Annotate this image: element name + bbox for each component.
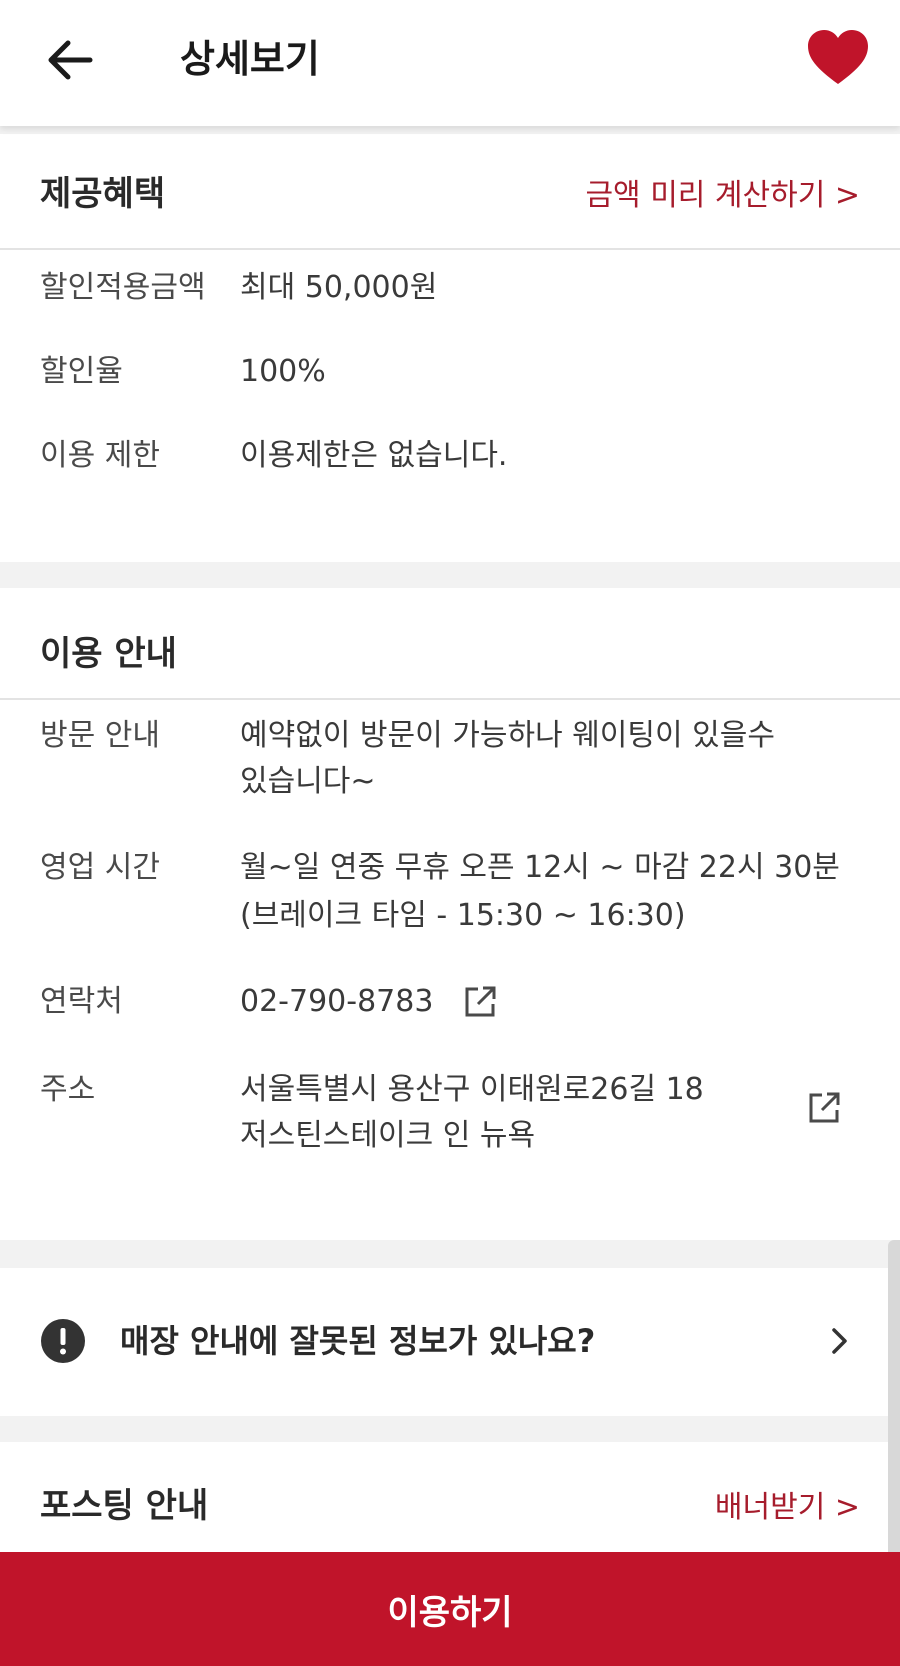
business-hours-line-2: (브레이크 타임 - 15:30 ~ 16:30) [240,898,686,933]
arrow-left-icon [48,40,93,80]
divider [0,698,900,700]
favorite-button[interactable] [806,28,870,88]
back-button[interactable] [42,32,98,88]
usage-info-section: 이용 안내 방문 안내 예약없이 방문이 가능하나 웨이팅이 있을수 있습니다~… [0,588,900,1240]
calculate-price-link[interactable]: 금액 미리 계산하기 > [585,174,860,218]
alert-icon [40,1318,86,1364]
benefits-title: 제공혜택 [40,174,166,214]
report-info-text: 매장 안내에 잘못된 정보가 있나요? [120,1322,596,1360]
use-button[interactable]: 이용하기 [0,1552,900,1666]
external-link-icon[interactable] [462,984,498,1020]
discount-amount-label: 할인적용금액 [40,270,206,305]
address-line-1: 서울특별시 용산구 이태원로26길 18 [240,1072,704,1107]
business-hours-line-1: 월~일 연중 무휴 오픈 12시 ~ 마감 22시 30분 [240,850,840,885]
contact-phone[interactable]: 02-790-8783 [240,978,433,1026]
discount-rate-value: 100% [240,354,326,389]
report-info-row[interactable]: 매장 안내에 잘못된 정보가 있나요? [0,1268,900,1416]
address-label: 주소 [40,1072,96,1107]
chevron-right-icon [828,1324,852,1358]
app-header: 상세보기 [0,0,900,126]
discount-amount-value: 최대 50,000원 [240,270,438,305]
detail-page: 상세보기 제공혜택 금액 미리 계산하기 > 할인적용금액 최대 50,000원… [0,0,900,1666]
scrollbar-thumb[interactable] [888,1240,900,1590]
usage-limit-label: 이용 제한 [40,438,160,473]
posting-title: 포스팅 안내 [40,1486,209,1526]
address-line-2: 저스틴스테이크 인 뉴욕 [240,1118,536,1153]
contact-label: 연락처 [40,984,123,1019]
page-title: 상세보기 [180,37,320,81]
map-link-icon[interactable] [806,1090,842,1126]
visit-info-line-2: 있습니다~ [240,764,376,799]
visit-info-label: 방문 안내 [40,718,160,753]
benefits-section: 제공혜택 금액 미리 계산하기 > 할인적용금액 최대 50,000원 할인율 … [0,134,900,562]
visit-info-line-1: 예약없이 방문이 가능하나 웨이팅이 있을수 [240,718,775,753]
discount-rate-label: 할인율 [40,354,123,389]
usage-limit-value: 이용제한은 없습니다. [240,438,508,473]
get-banner-link[interactable]: 배너받기 > [715,1486,860,1530]
business-hours-label: 영업 시간 [40,850,160,885]
usage-title: 이용 안내 [40,634,177,674]
heart-icon [808,30,868,84]
divider [0,248,900,250]
